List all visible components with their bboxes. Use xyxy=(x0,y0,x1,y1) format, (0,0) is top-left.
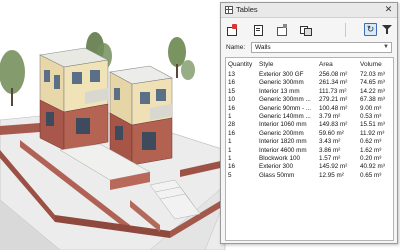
cell-area: 279.21 m² xyxy=(319,96,348,104)
cell-area: 59.60 m² xyxy=(319,129,344,137)
name-dropdown-value: Walls xyxy=(255,44,271,51)
cell-quantity: 13 xyxy=(228,71,236,78)
cell-area: 3.43 m² xyxy=(319,138,341,146)
cell-volume: 0.62 m³ xyxy=(360,138,382,146)
cell-area: 3.86 m² xyxy=(319,146,341,154)
toolbar-separator xyxy=(345,23,346,37)
cell-style: Generic 200mm xyxy=(259,129,304,137)
palette-titlebar[interactable]: Tables ✕ xyxy=(221,3,397,18)
cell-style: Generic 90mm - ... xyxy=(259,104,312,112)
cell-quantity: 1 xyxy=(228,138,232,146)
cell-quantity: 16 xyxy=(228,104,236,112)
cell-quantity: 28 xyxy=(228,121,236,129)
cell-quantity: 16 xyxy=(228,163,236,171)
new-table-icon[interactable] xyxy=(226,24,238,36)
table-settings-icon[interactable] xyxy=(252,24,264,36)
cell-style: Exterior 300 GF xyxy=(259,71,304,78)
cell-area: 3.79 m² xyxy=(319,113,341,120)
refresh-icon: ↻ xyxy=(366,24,375,34)
cell-style: Glass 50mm xyxy=(259,171,295,179)
cell-quantity: 10 xyxy=(228,96,236,104)
cell-area: 145.92 m² xyxy=(319,163,348,171)
cell-quantity: 1 xyxy=(228,155,232,162)
cell-volume: 9.00 m³ xyxy=(360,104,382,112)
column-header-quantity[interactable]: Quantity xyxy=(228,61,252,69)
export-icon[interactable] xyxy=(276,24,288,36)
refresh-button[interactable]: ↻ xyxy=(364,23,377,36)
cell-volume: 67.38 m³ xyxy=(360,96,385,104)
column-header-area[interactable]: Area xyxy=(319,61,333,69)
column-header-style[interactable]: Style xyxy=(259,61,273,69)
name-dropdown[interactable]: Walls ▼ xyxy=(251,42,392,53)
cell-style: Blockwork 100 xyxy=(259,155,300,162)
building-right xyxy=(109,65,173,166)
cell-style: Interior 13 mm xyxy=(259,87,300,95)
cell-quantity: 1 xyxy=(228,146,232,154)
cell-area: 261.34 m² xyxy=(319,79,348,87)
cell-volume: 72.03 m³ xyxy=(360,71,385,78)
cell-area: 1.57 m² xyxy=(319,155,341,162)
cell-quantity: 16 xyxy=(228,79,236,87)
cell-quantity: 1 xyxy=(228,113,232,120)
cell-volume: 14.22 m³ xyxy=(360,87,385,95)
cell-volume: 1.62 m³ xyxy=(360,146,382,154)
quantities-table[interactable]: Quantity Style Area Volume 13 Exterior 30… xyxy=(225,57,394,241)
cell-quantity: 15 xyxy=(228,87,236,95)
cell-volume: 74.65 m³ xyxy=(360,79,385,87)
name-label: Name: xyxy=(226,44,246,51)
cell-volume: 0.20 m³ xyxy=(360,155,382,162)
filter-icon[interactable] xyxy=(382,24,393,35)
cell-volume: 40.92 m³ xyxy=(360,163,385,171)
cell-area: 12.95 m² xyxy=(319,171,344,179)
duplicate-icon[interactable] xyxy=(300,24,312,36)
cell-style: Interior 4600 mm xyxy=(259,146,307,154)
table-icon xyxy=(225,6,233,14)
cell-style: Generic 300mm ... xyxy=(259,96,311,104)
chevron-down-icon: ▼ xyxy=(383,44,389,50)
cell-area: 149.83 m² xyxy=(319,121,348,129)
cell-volume: 11.92 m³ xyxy=(360,129,385,137)
cell-volume: 0.53 m³ xyxy=(360,113,382,120)
building-left xyxy=(39,47,109,151)
cell-style: Generic 300mm xyxy=(259,79,304,87)
cell-area: 256.08 m² xyxy=(319,71,348,78)
cell-volume: 0.65 m³ xyxy=(360,171,382,179)
cell-area: 111.73 m² xyxy=(319,87,347,95)
cell-style: Interior 1060 mm xyxy=(259,121,307,129)
cell-style: Exterior 300 xyxy=(259,163,293,171)
tables-palette[interactable]: Tables ✕ ↻ Name: Walls ▼ Quantity Style … xyxy=(220,2,398,244)
cell-quantity: 16 xyxy=(228,129,236,137)
cell-area: 100.48 m² xyxy=(319,104,348,112)
cell-volume: 15.51 m³ xyxy=(360,121,385,129)
palette-title: Tables xyxy=(236,5,258,14)
cell-style: Interior 1820 mm xyxy=(259,138,307,146)
close-button[interactable]: ✕ xyxy=(383,4,394,15)
cell-quantity: 5 xyxy=(228,171,232,179)
cell-style: Generic 140mm ... xyxy=(259,113,311,120)
column-header-volume[interactable]: Volume xyxy=(360,61,382,69)
